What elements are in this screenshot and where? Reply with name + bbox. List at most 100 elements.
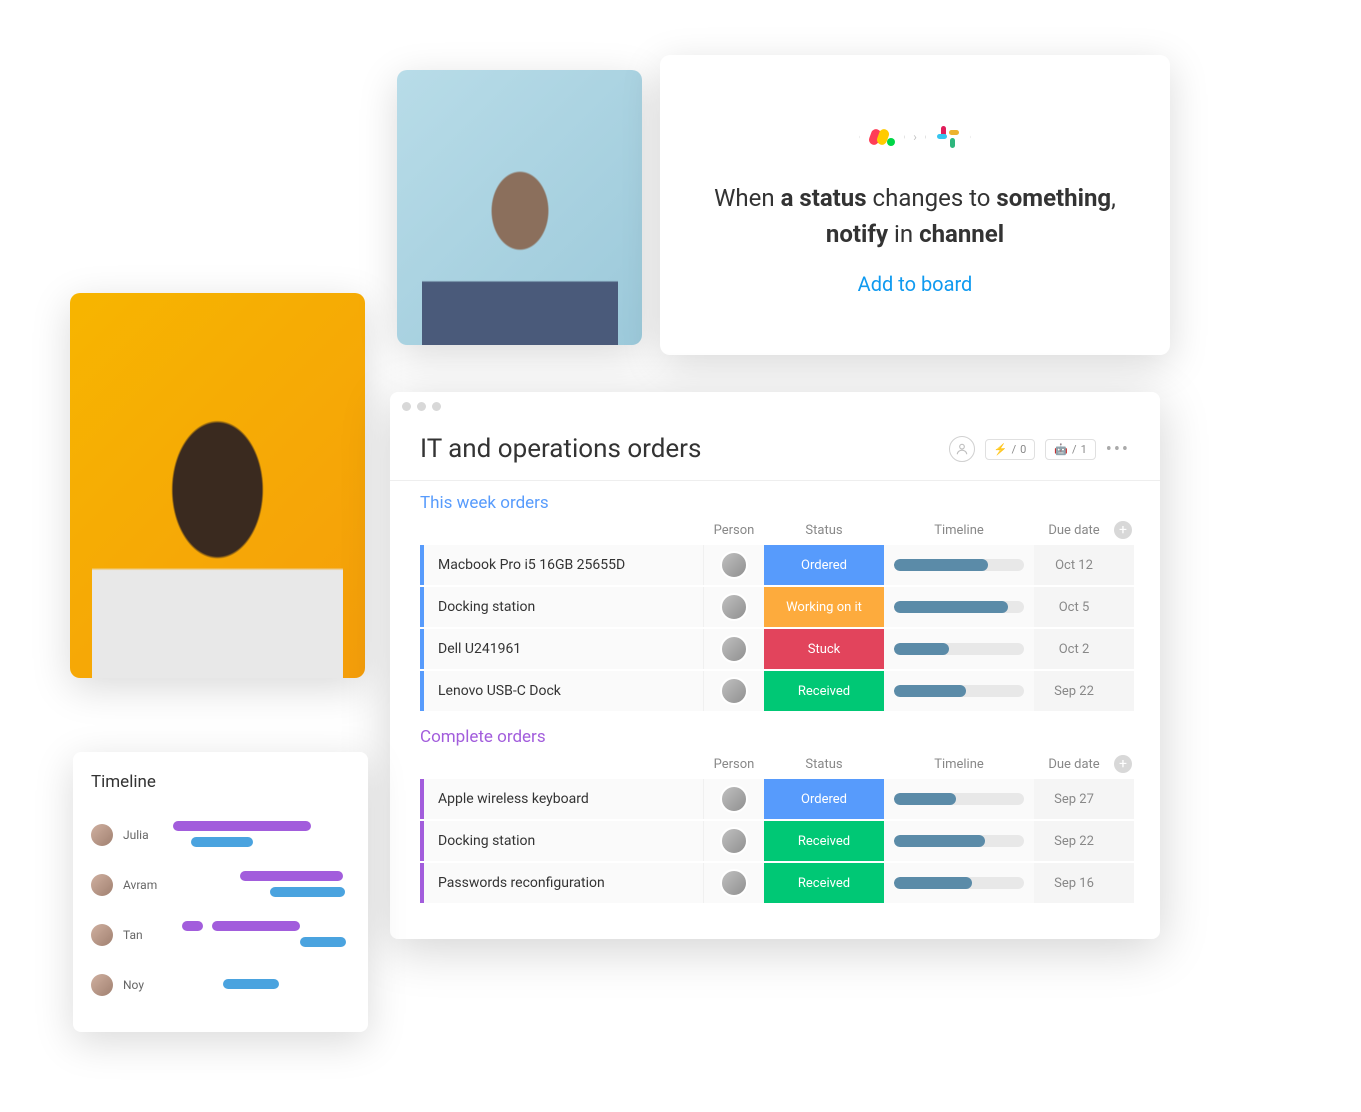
avatar <box>720 785 748 813</box>
person-cell[interactable] <box>704 629 764 669</box>
extra-cell <box>1114 821 1134 861</box>
board-menu-icon[interactable]: ••• <box>1106 439 1130 460</box>
avatar <box>91 824 113 846</box>
column-person[interactable]: Person <box>704 523 764 538</box>
due-date-cell[interactable]: Oct 2 <box>1034 629 1114 669</box>
automation-card: › When a status changes to something, no… <box>660 55 1170 355</box>
group-this_week: This week orders Person Status Timeline … <box>390 493 1160 727</box>
avatar <box>720 551 748 579</box>
extra-cell <box>1114 587 1134 627</box>
timeline-cell[interactable] <box>884 587 1034 627</box>
board-window: IT and operations orders ⚡/ 0 🤖/ 1 ••• T… <box>390 392 1160 939</box>
chevron-right-icon: › <box>913 130 917 144</box>
timeline-bar[interactable] <box>300 937 346 947</box>
status-cell[interactable]: Received <box>764 821 884 861</box>
timeline-cell[interactable] <box>884 779 1034 819</box>
due-date-cell[interactable]: Oct 12 <box>1034 545 1114 585</box>
integrations-pill[interactable]: ⚡/ 0 <box>985 439 1035 460</box>
table-row[interactable]: Apple wireless keyboard Ordered Sep 27 <box>420 779 1130 819</box>
status-cell[interactable]: Ordered <box>764 545 884 585</box>
avatar <box>91 974 113 996</box>
timeline-cell[interactable] <box>884 629 1034 669</box>
column-timeline[interactable]: Timeline <box>884 523 1034 538</box>
status-cell[interactable]: Working on it <box>764 587 884 627</box>
status-cell[interactable]: Stuck <box>764 629 884 669</box>
timeline-cell[interactable] <box>884 863 1034 903</box>
person-cell[interactable] <box>704 587 764 627</box>
column-headers: Person Status Timeline Due date + <box>420 755 1130 779</box>
timeline-cell[interactable] <box>884 671 1034 711</box>
person-cell[interactable] <box>704 779 764 819</box>
extra-cell <box>1114 863 1134 903</box>
traffic-light-close[interactable] <box>402 402 411 411</box>
table-row[interactable]: Macbook Pro i5 16GB 25655D Ordered Oct 1… <box>420 545 1130 585</box>
timeline-bars-track <box>173 865 350 905</box>
table-row[interactable]: Dell U241961 Stuck Oct 2 <box>420 629 1130 669</box>
timeline-bar[interactable] <box>270 887 344 897</box>
timeline-bar[interactable] <box>191 837 253 847</box>
item-name-cell[interactable]: Lenovo USB-C Dock <box>424 671 704 711</box>
item-name-cell[interactable]: Macbook Pro i5 16GB 25655D <box>424 545 704 585</box>
status-cell[interactable]: Ordered <box>764 779 884 819</box>
status-cell[interactable]: Received <box>764 671 884 711</box>
due-date-cell[interactable]: Sep 16 <box>1034 863 1114 903</box>
due-date-cell[interactable]: Oct 5 <box>1034 587 1114 627</box>
group-title[interactable]: This week orders <box>420 493 1130 513</box>
avatar <box>720 827 748 855</box>
column-timeline[interactable]: Timeline <box>884 757 1034 772</box>
add-column-button[interactable]: + <box>1114 755 1132 773</box>
extra-cell <box>1114 545 1134 585</box>
column-person[interactable]: Person <box>704 757 764 772</box>
timeline-bar[interactable] <box>212 921 301 931</box>
person-cell[interactable] <box>704 545 764 585</box>
timeline-bar[interactable] <box>173 821 311 831</box>
board-header: IT and operations orders ⚡/ 0 🤖/ 1 ••• <box>390 420 1160 481</box>
window-titlebar <box>390 392 1160 420</box>
timeline-widget: Timeline Julia Avram Tan Noy <box>73 752 368 1032</box>
robot-icon: 🤖 <box>1054 443 1068 456</box>
person-cell[interactable] <box>704 821 764 861</box>
table-row[interactable]: Docking station Received Sep 22 <box>420 821 1130 861</box>
due-date-cell[interactable]: Sep 22 <box>1034 821 1114 861</box>
table-row[interactable]: Lenovo USB-C Dock Received Sep 22 <box>420 671 1130 711</box>
due-date-cell[interactable]: Sep 27 <box>1034 779 1114 819</box>
column-status[interactable]: Status <box>764 523 884 538</box>
group-title[interactable]: Complete orders <box>420 727 1130 747</box>
timeline-bar[interactable] <box>182 921 203 931</box>
timeline-row: Tan <box>91 910 350 960</box>
item-name-cell[interactable]: Dell U241961 <box>424 629 704 669</box>
traffic-light-minimize[interactable] <box>417 402 426 411</box>
timeline-bars-track <box>173 915 350 955</box>
traffic-light-maximize[interactable] <box>432 402 441 411</box>
timeline-row-name: Noy <box>123 978 163 992</box>
item-name-cell[interactable]: Docking station <box>424 821 704 861</box>
table-row[interactable]: Passwords reconfiguration Received Sep 1… <box>420 863 1130 903</box>
timeline-bar[interactable] <box>240 871 343 881</box>
add-column-button[interactable]: + <box>1114 521 1132 539</box>
timeline-bar[interactable] <box>223 979 280 989</box>
timeline-cell[interactable] <box>884 821 1034 861</box>
item-name-cell[interactable]: Apple wireless keyboard <box>424 779 704 819</box>
timeline-bars-track <box>173 965 350 1005</box>
person-cell[interactable] <box>704 863 764 903</box>
column-status[interactable]: Status <box>764 757 884 772</box>
column-due-date[interactable]: Due date <box>1034 757 1114 772</box>
plug-icon: ⚡ <box>994 443 1008 456</box>
monday-icon <box>859 114 905 160</box>
automations-pill[interactable]: 🤖/ 1 <box>1045 439 1095 460</box>
avatar <box>91 874 113 896</box>
item-name-cell[interactable]: Passwords reconfiguration <box>424 863 704 903</box>
column-due-date[interactable]: Due date <box>1034 523 1114 538</box>
due-date-cell[interactable]: Sep 22 <box>1034 671 1114 711</box>
table-row[interactable]: Docking station Working on it Oct 5 <box>420 587 1130 627</box>
column-headers: Person Status Timeline Due date + <box>420 521 1130 545</box>
timeline-row-name: Julia <box>123 828 163 842</box>
item-name-cell[interactable]: Docking station <box>424 587 704 627</box>
status-cell[interactable]: Received <box>764 863 884 903</box>
person-icon[interactable] <box>949 436 975 462</box>
timeline-cell[interactable] <box>884 545 1034 585</box>
add-to-board-link[interactable]: Add to board <box>858 272 973 296</box>
board-header-controls: ⚡/ 0 🤖/ 1 ••• <box>949 436 1130 462</box>
person-cell[interactable] <box>704 671 764 711</box>
person-photo-1 <box>70 293 365 678</box>
